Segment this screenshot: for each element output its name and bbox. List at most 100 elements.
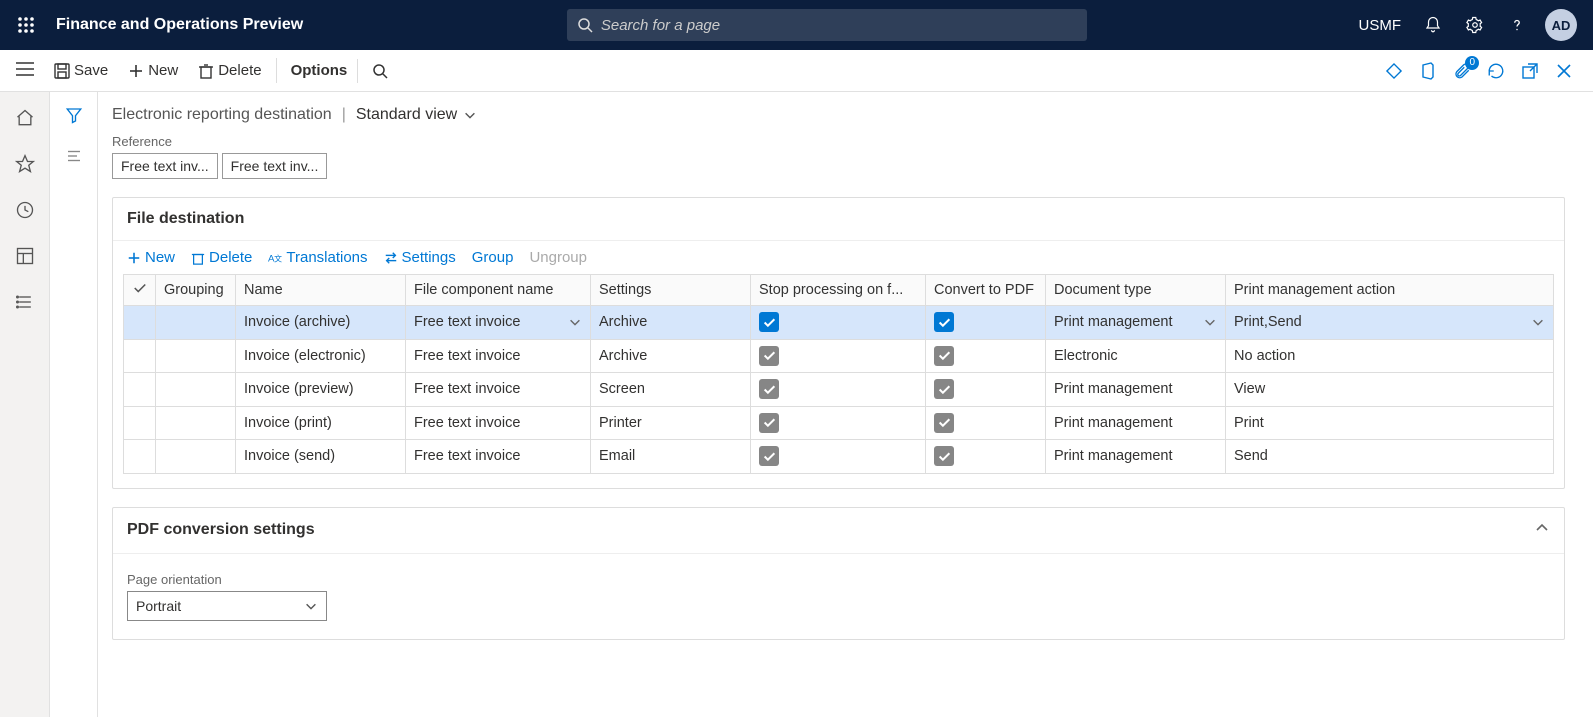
home-icon[interactable] [11, 104, 39, 132]
cell-pm-action[interactable]: Send [1226, 440, 1554, 474]
cell-convert[interactable] [926, 306, 1046, 340]
cell-file-component[interactable]: Free text invoice [406, 306, 591, 340]
col-pm-action[interactable]: Print management action [1226, 275, 1554, 306]
checkbox-icon[interactable] [934, 446, 954, 466]
checkbox-icon[interactable] [934, 346, 954, 366]
col-settings[interactable]: Settings [591, 275, 751, 306]
table-row[interactable]: Invoice (archive)Free text invoiceArchiv… [124, 306, 1554, 340]
page-orientation-select[interactable]: Portrait [127, 591, 327, 621]
cell-pm-action[interactable]: View [1226, 373, 1554, 407]
checkbox-icon[interactable] [934, 379, 954, 399]
user-avatar[interactable]: AD [1545, 9, 1577, 41]
notifications-icon[interactable] [1419, 11, 1447, 39]
attachments-icon[interactable]: 0 [1451, 60, 1473, 82]
cell-doc-type[interactable]: Print management [1046, 373, 1226, 407]
collapse-icon[interactable] [1534, 520, 1550, 541]
grid-new-button[interactable]: New [127, 249, 175, 266]
cell-settings[interactable]: Screen [591, 373, 751, 407]
table-row[interactable]: Invoice (electronic)Free text invoiceArc… [124, 339, 1554, 373]
nav-toggle-icon[interactable] [6, 62, 44, 79]
search-input[interactable] [601, 17, 1077, 34]
cell-grouping[interactable] [156, 373, 236, 407]
cell-name[interactable]: Invoice (send) [236, 440, 406, 474]
cell-pm-action[interactable]: Print,Send [1226, 306, 1554, 340]
action-search-button[interactable] [357, 59, 398, 83]
diamond-icon[interactable] [1383, 60, 1405, 82]
col-file-component[interactable]: File component name [406, 275, 591, 306]
cell-grouping[interactable] [156, 440, 236, 474]
cell-stop[interactable] [751, 440, 926, 474]
cell-grouping[interactable] [156, 306, 236, 340]
cell-stop[interactable] [751, 406, 926, 440]
cell-convert[interactable] [926, 406, 1046, 440]
filter-icon[interactable] [65, 106, 83, 127]
col-grouping[interactable]: Grouping [156, 275, 236, 306]
row-selector[interactable] [124, 306, 156, 340]
cell-doc-type[interactable]: Print management [1046, 406, 1226, 440]
modules-icon[interactable] [11, 288, 39, 316]
office-icon[interactable] [1417, 60, 1439, 82]
table-row[interactable]: Invoice (preview)Free text invoiceScreen… [124, 373, 1554, 407]
refresh-icon[interactable] [1485, 60, 1507, 82]
cell-stop[interactable] [751, 306, 926, 340]
row-selector[interactable] [124, 373, 156, 407]
row-selector[interactable] [124, 406, 156, 440]
cell-grouping[interactable] [156, 339, 236, 373]
cell-name[interactable]: Invoice (preview) [236, 373, 406, 407]
table-row[interactable]: Invoice (print)Free text invoicePrinterP… [124, 406, 1554, 440]
cell-doc-type[interactable]: Print management [1046, 306, 1226, 340]
cell-name[interactable]: Invoice (electronic) [236, 339, 406, 373]
col-name[interactable]: Name [236, 275, 406, 306]
workspaces-icon[interactable] [11, 242, 39, 270]
recent-icon[interactable] [11, 196, 39, 224]
reference-chip[interactable]: Free text inv... [112, 153, 218, 179]
cell-convert[interactable] [926, 373, 1046, 407]
close-icon[interactable] [1553, 60, 1575, 82]
grid-settings-button[interactable]: Settings [384, 249, 456, 266]
checkbox-icon[interactable] [934, 312, 954, 332]
options-button[interactable]: Options [276, 58, 358, 83]
cell-settings[interactable]: Archive [591, 339, 751, 373]
grid-delete-button[interactable]: Delete [191, 249, 252, 266]
app-launcher-icon[interactable] [8, 7, 44, 43]
cell-name[interactable]: Invoice (print) [236, 406, 406, 440]
cell-file-component[interactable]: Free text invoice [406, 440, 591, 474]
col-stop[interactable]: Stop processing on f... [751, 275, 926, 306]
cell-file-component[interactable]: Free text invoice [406, 373, 591, 407]
cell-pm-action[interactable]: No action [1226, 339, 1554, 373]
checkbox-icon[interactable] [759, 446, 779, 466]
settings-icon[interactable] [1461, 11, 1489, 39]
checkbox-icon[interactable] [759, 346, 779, 366]
cell-pm-action[interactable]: Print [1226, 406, 1554, 440]
cell-grouping[interactable] [156, 406, 236, 440]
cell-doc-type[interactable]: Electronic [1046, 339, 1226, 373]
favorites-icon[interactable] [11, 150, 39, 178]
cell-settings[interactable]: Email [591, 440, 751, 474]
grid-translations-button[interactable]: A文 Translations [268, 249, 367, 266]
cell-stop[interactable] [751, 339, 926, 373]
popout-icon[interactable] [1519, 60, 1541, 82]
cell-convert[interactable] [926, 440, 1046, 474]
col-doc-type[interactable]: Document type [1046, 275, 1226, 306]
cell-stop[interactable] [751, 373, 926, 407]
grid-group-button[interactable]: Group [472, 249, 514, 266]
checkbox-icon[interactable] [759, 413, 779, 433]
view-selector[interactable]: Standard view [356, 106, 477, 124]
cell-file-component[interactable]: Free text invoice [406, 339, 591, 373]
cell-convert[interactable] [926, 339, 1046, 373]
checkbox-icon[interactable] [759, 312, 779, 332]
cell-settings[interactable]: Printer [591, 406, 751, 440]
row-selector[interactable] [124, 339, 156, 373]
related-info-icon[interactable] [65, 147, 83, 168]
col-convert[interactable]: Convert to PDF [926, 275, 1046, 306]
row-selector[interactable] [124, 440, 156, 474]
checkbox-icon[interactable] [759, 379, 779, 399]
cell-doc-type[interactable]: Print management [1046, 440, 1226, 474]
save-button[interactable]: Save [44, 58, 118, 83]
reference-chip[interactable]: Free text inv... [222, 153, 328, 179]
cell-settings[interactable]: Archive [591, 306, 751, 340]
global-search[interactable] [567, 9, 1087, 41]
checkbox-icon[interactable] [934, 413, 954, 433]
new-button[interactable]: New [118, 58, 188, 83]
company-picker[interactable]: USMF [1359, 17, 1402, 34]
